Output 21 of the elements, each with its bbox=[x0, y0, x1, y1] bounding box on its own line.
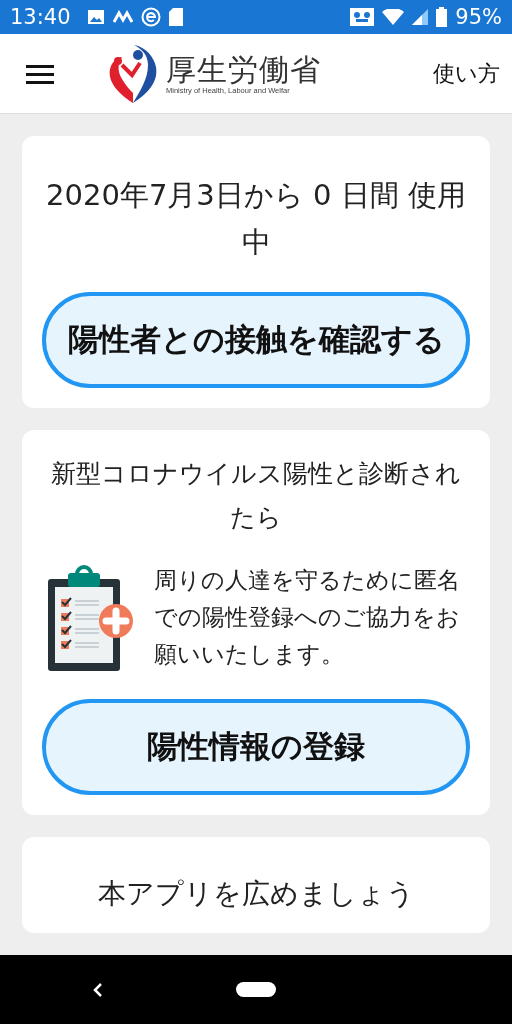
battery-percent: 95% bbox=[455, 5, 502, 29]
menu-icon[interactable] bbox=[26, 63, 54, 84]
register-description: 周りの人達を守るために匿名での陽性登録へのご協力をお願いいたします。 bbox=[154, 566, 461, 669]
back-icon[interactable] bbox=[93, 981, 103, 998]
help-link[interactable]: 使い方 bbox=[433, 58, 500, 89]
cell-signal-icon bbox=[412, 9, 429, 25]
sd-card-icon bbox=[168, 8, 183, 26]
status-time: 13:40 bbox=[10, 5, 71, 29]
usage-days-text: 2020年7月3日から 0 日間 使用中 bbox=[45, 177, 467, 261]
battery-icon bbox=[436, 7, 448, 27]
clipboard-icon bbox=[48, 564, 134, 671]
card-title: 新型コロナウイルス陽性と診断されたら bbox=[50, 458, 462, 534]
ministry-name: 厚生労働省 bbox=[166, 52, 321, 86]
voicemail-icon bbox=[350, 8, 375, 26]
image-icon bbox=[86, 9, 105, 25]
register-positive-button[interactable]: 陽性情報の登録 bbox=[42, 699, 470, 795]
wifi-icon bbox=[382, 9, 405, 25]
card-title: 本アプリを広めましょう bbox=[97, 876, 415, 912]
home-pill[interactable] bbox=[236, 982, 276, 997]
circle-e-icon bbox=[140, 7, 161, 27]
check-contact-button[interactable]: 陽性者との接触を確認する bbox=[42, 292, 470, 388]
